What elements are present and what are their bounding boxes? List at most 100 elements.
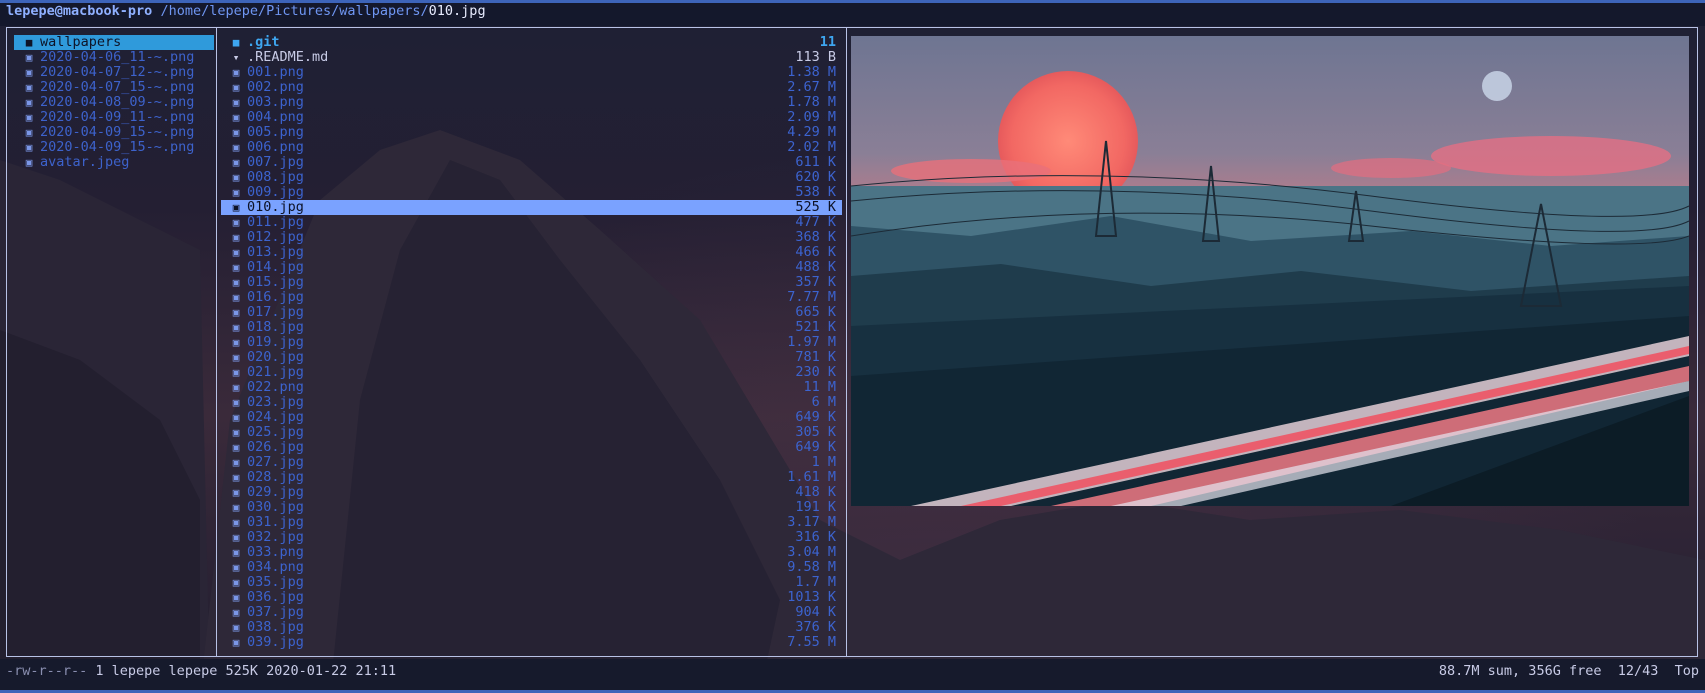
file-row[interactable]: ▣ 029.jpg 418 K bbox=[221, 485, 842, 500]
file-name: 010.jpg bbox=[247, 200, 304, 215]
image-icon: ▣ bbox=[232, 381, 240, 394]
file-row[interactable]: ▣ 011.jpg 477 K bbox=[221, 215, 842, 230]
file-row[interactable]: ▣ 027.jpg 1 M bbox=[221, 455, 842, 470]
image-icon: ▣ bbox=[232, 246, 240, 259]
parent-dir-selected[interactable]: ■ wallpapers bbox=[14, 35, 214, 50]
parent-list-item[interactable]: ▣ 2020-04-09_11-~.png bbox=[14, 110, 214, 125]
file-row[interactable]: ▣ 036.jpg 1013 K bbox=[221, 590, 842, 605]
file-name: 021.jpg bbox=[247, 365, 304, 380]
file-size: 9.58 M bbox=[787, 560, 836, 575]
file-row[interactable]: ▣ 018.jpg 521 K bbox=[221, 320, 842, 335]
file-size: 1.7 M bbox=[795, 575, 836, 590]
image-icon: ▣ bbox=[232, 171, 240, 184]
file-name: 004.png bbox=[247, 110, 304, 125]
image-icon: ▣ bbox=[25, 51, 33, 64]
file-row[interactable]: ■ .git 11 bbox=[221, 35, 842, 50]
parent-list-item[interactable]: ▣ avatar.jpeg bbox=[14, 155, 214, 170]
file-row[interactable]: ▣ 038.jpg 376 K bbox=[221, 620, 842, 635]
file-row[interactable]: ▣ 007.jpg 611 K bbox=[221, 155, 842, 170]
file-row[interactable]: ▣ 037.jpg 904 K bbox=[221, 605, 842, 620]
file-row[interactable]: ▣ 022.png 11 M bbox=[221, 380, 842, 395]
parent-list-item[interactable]: ▣ 2020-04-08_09-~.png bbox=[14, 95, 214, 110]
image-icon: ▣ bbox=[232, 576, 240, 589]
file-size: 357 K bbox=[795, 275, 836, 290]
file-row[interactable]: ▣ 015.jpg 357 K bbox=[221, 275, 842, 290]
file-row[interactable]: ▣ 031.jpg 3.17 M bbox=[221, 515, 842, 530]
file-size: 316 K bbox=[795, 530, 836, 545]
current-path[interactable]: /home/lepepe/Pictures/wallpapers/ bbox=[160, 3, 428, 19]
file-row[interactable]: ▣ 039.jpg 7.55 M bbox=[221, 635, 842, 650]
status-bar: -rw-r--r-- 1 lepepe lepepe 525K 2020-01-… bbox=[0, 659, 1705, 693]
file-size: 904 K bbox=[795, 605, 836, 620]
file-row[interactable]: ▣ 033.png 3.04 M bbox=[221, 545, 842, 560]
file-row[interactable]: ▣ 035.jpg 1.7 M bbox=[221, 575, 842, 590]
parent-list-item[interactable]: ▣ 2020-04-06_11-~.png bbox=[14, 50, 214, 65]
file-row[interactable]: ▣ 024.jpg 649 K bbox=[221, 410, 842, 425]
file-row[interactable]: ▣ 005.png 4.29 M bbox=[221, 125, 842, 140]
file-name: 005.png bbox=[247, 125, 304, 140]
file-row-selected[interactable]: ▣ 010.jpg 525 K bbox=[221, 200, 842, 215]
file-row[interactable]: ▣ 002.png 2.67 M bbox=[221, 80, 842, 95]
file-name: 003.png bbox=[247, 95, 304, 110]
file-row[interactable]: ▣ 021.jpg 230 K bbox=[221, 365, 842, 380]
file-row[interactable]: ▣ 034.png 9.58 M bbox=[221, 560, 842, 575]
file-name: 002.png bbox=[247, 80, 304, 95]
file-size: 305 K bbox=[795, 425, 836, 440]
file-name: 022.png bbox=[247, 380, 304, 395]
file-row[interactable]: ▣ 026.jpg 649 K bbox=[221, 440, 842, 455]
file-row[interactable]: ▣ 023.jpg 6 M bbox=[221, 395, 842, 410]
file-name: .README.md bbox=[247, 50, 329, 65]
image-icon: ▣ bbox=[25, 141, 33, 154]
image-icon: ▣ bbox=[232, 216, 240, 229]
file-name: 013.jpg bbox=[247, 245, 304, 260]
image-icon: ▣ bbox=[232, 96, 240, 109]
file-row[interactable]: ▣ 025.jpg 305 K bbox=[221, 425, 842, 440]
file-row[interactable]: ▣ 019.jpg 1.97 M bbox=[221, 335, 842, 350]
image-icon: ▣ bbox=[232, 291, 240, 304]
file-size: 649 K bbox=[795, 440, 836, 455]
file-row[interactable]: ▣ 028.jpg 1.61 M bbox=[221, 470, 842, 485]
image-icon: ▣ bbox=[232, 66, 240, 79]
image-icon: ▣ bbox=[232, 471, 240, 484]
image-icon: ▣ bbox=[25, 96, 33, 109]
file-name: 038.jpg bbox=[247, 620, 304, 635]
file-size: 525 K bbox=[795, 200, 836, 215]
image-icon: ▣ bbox=[232, 111, 240, 124]
file-row[interactable]: ▣ 020.jpg 781 K bbox=[221, 350, 842, 365]
file-row[interactable]: ▣ 001.png 1.38 M bbox=[221, 65, 842, 80]
file-name: 033.png bbox=[247, 545, 304, 560]
item-label: 2020-04-09_15-~.png bbox=[40, 125, 195, 140]
file-name: 034.png bbox=[247, 560, 304, 575]
file-row[interactable]: ▣ 013.jpg 466 K bbox=[221, 245, 842, 260]
file-row[interactable]: ▣ 016.jpg 7.77 M bbox=[221, 290, 842, 305]
file-row[interactable]: ▣ 008.jpg 620 K bbox=[221, 170, 842, 185]
file-row[interactable]: ▾ .README.md 113 B bbox=[221, 50, 842, 65]
parent-list-item[interactable]: ▣ 2020-04-09_15-~.png bbox=[14, 125, 214, 140]
image-icon: ▣ bbox=[232, 426, 240, 439]
file-name: 009.jpg bbox=[247, 185, 304, 200]
image-icon: ▣ bbox=[232, 606, 240, 619]
file-row[interactable]: ▣ 032.jpg 316 K bbox=[221, 530, 842, 545]
file-size: 418 K bbox=[795, 485, 836, 500]
image-icon: ▣ bbox=[232, 156, 240, 169]
file-row[interactable]: ▣ 030.jpg 191 K bbox=[221, 500, 842, 515]
parent-list-item[interactable]: ▣ 2020-04-07_12-~.png bbox=[14, 65, 214, 80]
file-size: 611 K bbox=[795, 155, 836, 170]
file-row[interactable]: ▣ 014.jpg 488 K bbox=[221, 260, 842, 275]
image-icon: ▣ bbox=[232, 501, 240, 514]
file-size: 7.77 M bbox=[787, 290, 836, 305]
file-size: 466 K bbox=[795, 245, 836, 260]
file-info: 1 lepepe lepepe 525K 2020-01-22 21:11 bbox=[87, 663, 397, 679]
file-row[interactable]: ▣ 006.png 2.02 M bbox=[221, 140, 842, 155]
parent-list-item[interactable]: ▣ 2020-04-07_15-~.png bbox=[14, 80, 214, 95]
file-name: 023.jpg bbox=[247, 395, 304, 410]
file-row[interactable]: ▣ 017.jpg 665 K bbox=[221, 305, 842, 320]
file-row[interactable]: ▣ 012.jpg 368 K bbox=[221, 230, 842, 245]
item-label: 2020-04-07_15-~.png bbox=[40, 80, 195, 95]
image-icon: ▣ bbox=[232, 486, 240, 499]
file-row[interactable]: ▣ 004.png 2.09 M bbox=[221, 110, 842, 125]
parent-list-item[interactable]: ▣ 2020-04-09_15-~.png bbox=[14, 140, 214, 155]
file-row[interactable]: ▣ 009.jpg 538 K bbox=[221, 185, 842, 200]
file-size: 620 K bbox=[795, 170, 836, 185]
file-row[interactable]: ▣ 003.png 1.78 M bbox=[221, 95, 842, 110]
